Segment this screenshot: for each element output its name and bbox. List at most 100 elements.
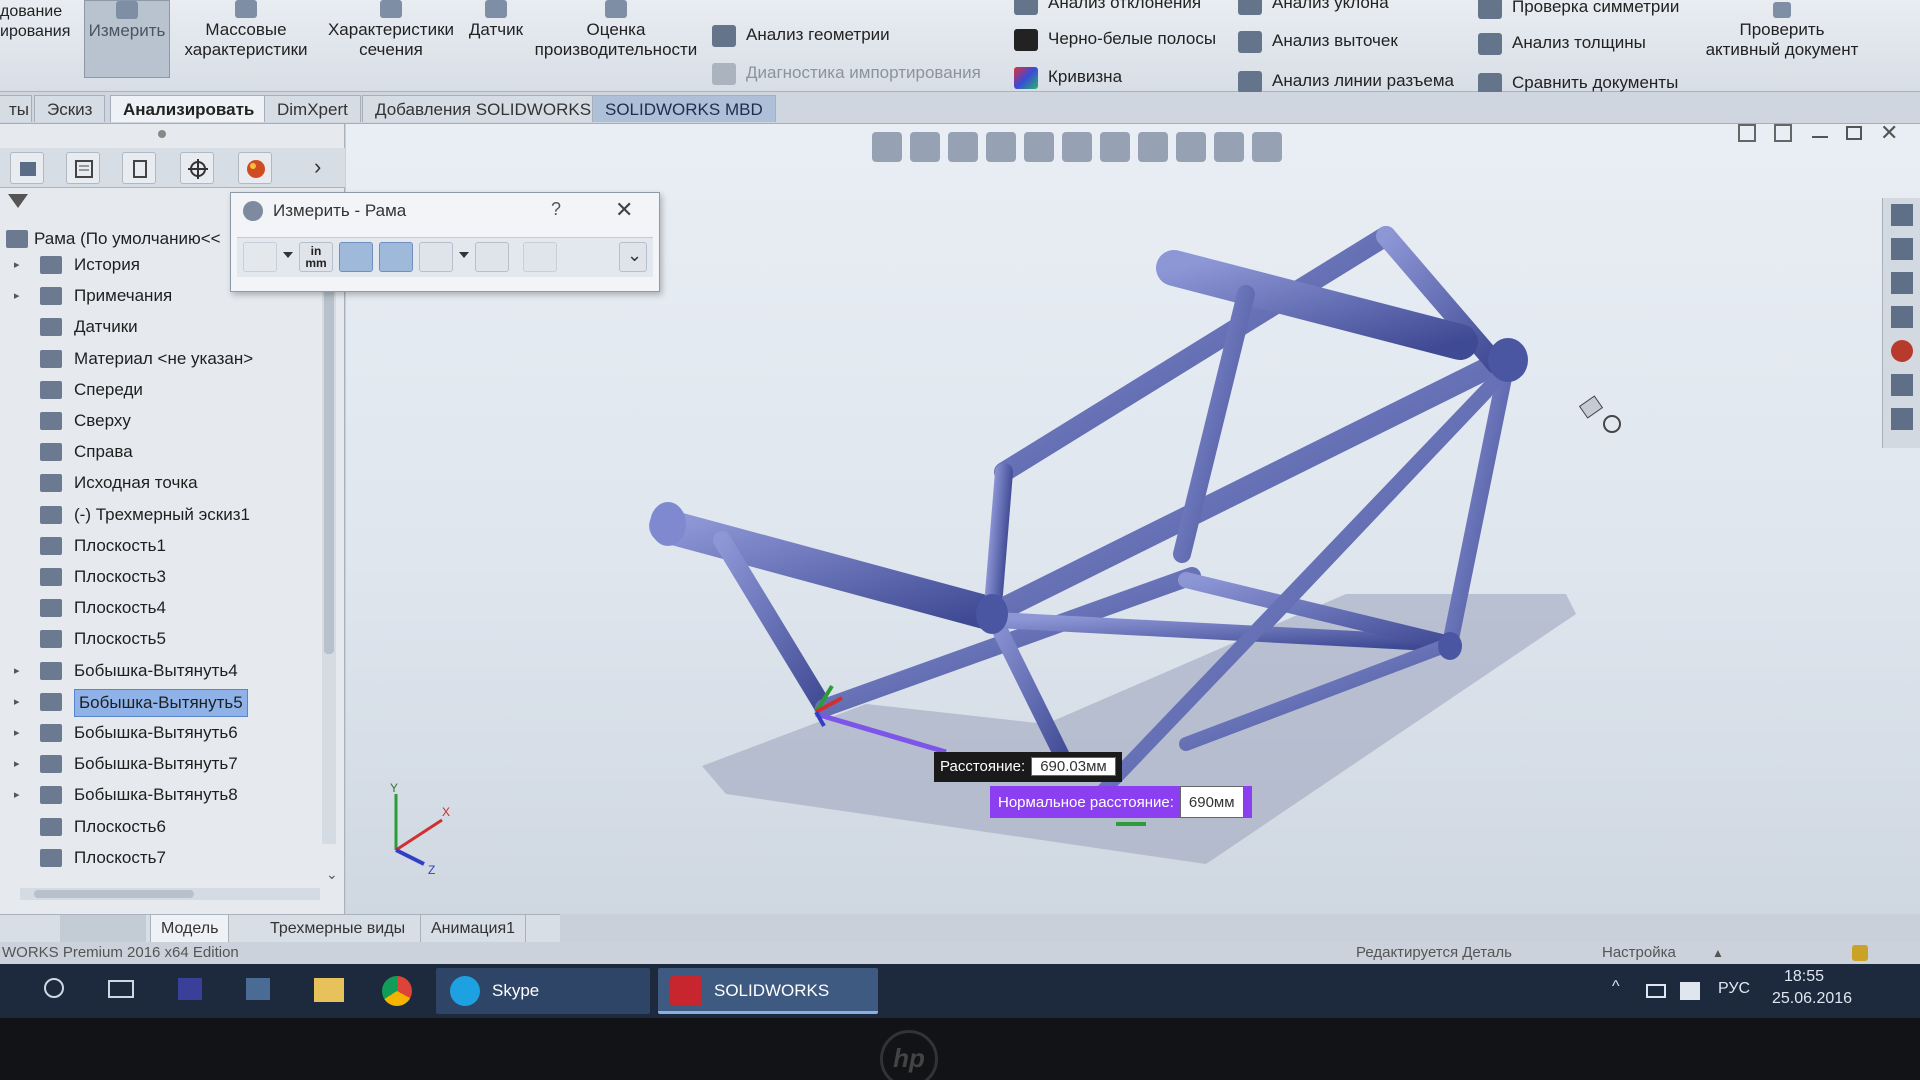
tree-item[interactable]: Датчики: [0, 314, 330, 340]
tree-item[interactable]: Справа: [0, 439, 330, 465]
parting-line-button[interactable]: Анализ линии разъема: [1238, 68, 1454, 94]
expand-arrow-icon[interactable]: ▸: [14, 283, 20, 309]
display-manager-tab[interactable]: [238, 152, 272, 184]
tree-item[interactable]: Плоскость4: [0, 595, 330, 621]
measurement-history-button[interactable]: [475, 242, 509, 272]
mass-properties-button[interactable]: Массовые характеристики: [176, 0, 316, 60]
chrome-icon[interactable]: [382, 976, 412, 1006]
file-explorer-taskbar-icon[interactable]: [314, 978, 344, 1002]
start-button[interactable]: [8, 968, 38, 1014]
expand-arrow-icon[interactable]: ▸: [14, 751, 20, 777]
caret-up-icon[interactable]: ▲: [1712, 942, 1724, 964]
create-sensor-button[interactable]: [523, 242, 557, 272]
curvature-button[interactable]: Кривизна: [1014, 64, 1122, 90]
arc-circle-measure-button[interactable]: [243, 242, 277, 272]
clock-time[interactable]: 18:55: [1784, 968, 1824, 986]
tree-item[interactable]: Плоскость3: [0, 564, 330, 590]
skype-icon: [450, 976, 480, 1006]
units-precision-button[interactable]: in mm: [299, 242, 333, 272]
tree-item[interactable]: ▸ Бобышка-Вытянуть7: [0, 751, 330, 777]
distance-value: 690.03мм: [1031, 757, 1116, 776]
sensor-button[interactable]: Датчик: [456, 0, 536, 40]
tab-3d-views[interactable]: Трехмерные виды: [260, 915, 415, 943]
custom-units-button[interactable]: Настройка: [1602, 942, 1676, 964]
show-xyz-button[interactable]: [339, 242, 373, 272]
tree-item[interactable]: Спереди: [0, 377, 330, 403]
tree-scrollbar[interactable]: [322, 244, 336, 844]
tree-item[interactable]: ▸ Бобышка-Вытянуть8: [0, 782, 330, 808]
h-scroll-thumb[interactable]: [34, 890, 194, 898]
tree-item[interactable]: Плоскость7: [0, 845, 330, 871]
expand-arrow-icon[interactable]: ▸: [14, 782, 20, 808]
skype-taskbar-button[interactable]: Skype: [436, 968, 650, 1014]
expand-arrow-icon[interactable]: ▸: [14, 689, 20, 715]
section-properties-button[interactable]: Характеристики сечения: [316, 0, 466, 60]
tree-item-label: Плоскость4: [74, 598, 166, 617]
tab-solidworks-mbd[interactable]: SOLIDWORKS MBD: [592, 95, 776, 122]
tree-item[interactable]: ▸ Бобышка-Вытянуть4: [0, 658, 330, 684]
feature-icon: [40, 318, 62, 336]
point-to-point-button[interactable]: [379, 242, 413, 272]
geometry-analysis-button[interactable]: Анализ геометрии: [712, 22, 890, 48]
property-manager-tab[interactable]: [66, 152, 100, 184]
dimxpert-manager-tab[interactable]: [180, 152, 214, 184]
notifications-icon[interactable]: [1680, 982, 1700, 1000]
check-active-document-button[interactable]: Проверить активный документ: [1698, 2, 1866, 60]
tab-evaluate[interactable]: Анализировать: [110, 95, 268, 122]
tree-item[interactable]: ▸ Бобышка-Вытянуть6: [0, 720, 330, 746]
tab-dimxpert[interactable]: DimXpert: [264, 95, 361, 122]
expand-dialog-button[interactable]: ⌄: [619, 242, 647, 272]
tree-item[interactable]: Исходная точка: [0, 470, 330, 496]
tree-item[interactable]: Плоскость6: [0, 814, 330, 840]
tab-features-partial[interactable]: ты: [0, 95, 32, 122]
performance-evaluation-button[interactable]: Оценка производительности: [528, 0, 704, 60]
solidworks-taskbar-button[interactable]: SOLIDWORKS Prem...: [658, 968, 878, 1046]
ribbon-partial-text: дование ирования: [0, 3, 71, 40]
chevron-right-icon[interactable]: ›: [314, 154, 321, 180]
scroll-down-arrow[interactable]: ⌄: [326, 866, 338, 883]
tab-solidworks-addins[interactable]: Добавления SOLIDWORKS: [362, 95, 605, 122]
task-view-icon[interactable]: [108, 980, 134, 998]
expand-arrow-icon[interactable]: ▸: [14, 658, 20, 684]
network-icon[interactable]: [1646, 984, 1666, 998]
import-diagnostics-button[interactable]: Диагностика импортирования: [712, 60, 981, 86]
tree-item[interactable]: (-) Трехмерный эскиз1: [0, 502, 330, 528]
tree-item[interactable]: Сверху: [0, 408, 330, 434]
projection-dropdown-arrow[interactable]: [459, 252, 469, 258]
horizontal-scrollbar[interactable]: [20, 888, 320, 900]
draft-analysis-button[interactable]: Анализ уклона: [1238, 0, 1389, 16]
expand-arrow-icon[interactable]: ▸: [14, 252, 20, 278]
tab-model[interactable]: Модель: [150, 915, 230, 943]
tree-item[interactable]: Плоскость1: [0, 533, 330, 559]
expand-arrow-icon[interactable]: ▸: [14, 720, 20, 746]
tab-sketch[interactable]: Эскиз: [34, 95, 106, 122]
arc-dropdown-arrow[interactable]: [283, 252, 293, 258]
close-dialog-button[interactable]: ✕: [615, 197, 633, 223]
tree-item[interactable]: Материал <не указан>: [0, 346, 330, 372]
deviation-analysis-button[interactable]: Анализ отклонения: [1014, 0, 1201, 16]
help-button[interactable]: ?: [551, 199, 561, 220]
tab-blank[interactable]: [60, 915, 146, 943]
feature-tree-tab[interactable]: [10, 152, 44, 184]
store-icon[interactable]: [246, 978, 270, 1000]
tray-chevron-icon[interactable]: ^: [1612, 978, 1620, 996]
language-indicator[interactable]: РУС: [1718, 980, 1750, 998]
configuration-manager-tab[interactable]: [122, 152, 156, 184]
rebuild-icon[interactable]: [1852, 945, 1868, 961]
search-icon[interactable]: [44, 978, 64, 998]
thickness-analysis-button[interactable]: Анализ толщины: [1478, 30, 1646, 56]
projection-button[interactable]: [419, 242, 453, 272]
tree-item[interactable]: ▸ Бобышка-Вытянуть5: [0, 689, 330, 717]
zebra-stripes-button[interactable]: Черно-белые полосы: [1014, 26, 1216, 52]
undercut-analysis-button[interactable]: Анализ выточек: [1238, 28, 1398, 54]
measure-button[interactable]: Измерить: [84, 0, 170, 78]
filter-icon[interactable]: [8, 194, 28, 208]
panel-grip-dot[interactable]: [158, 130, 166, 138]
symmetry-check-button[interactable]: Проверка симметрии: [1478, 0, 1679, 20]
app-icon-1[interactable]: [178, 978, 202, 1000]
tree-item[interactable]: Плоскость5: [0, 626, 330, 652]
tab-animation[interactable]: Анимация1: [420, 915, 527, 943]
monitor-bezel: [0, 1018, 1920, 1080]
scrollbar-thumb[interactable]: [324, 244, 334, 654]
clock-date[interactable]: 25.06.2016: [1772, 990, 1852, 1008]
